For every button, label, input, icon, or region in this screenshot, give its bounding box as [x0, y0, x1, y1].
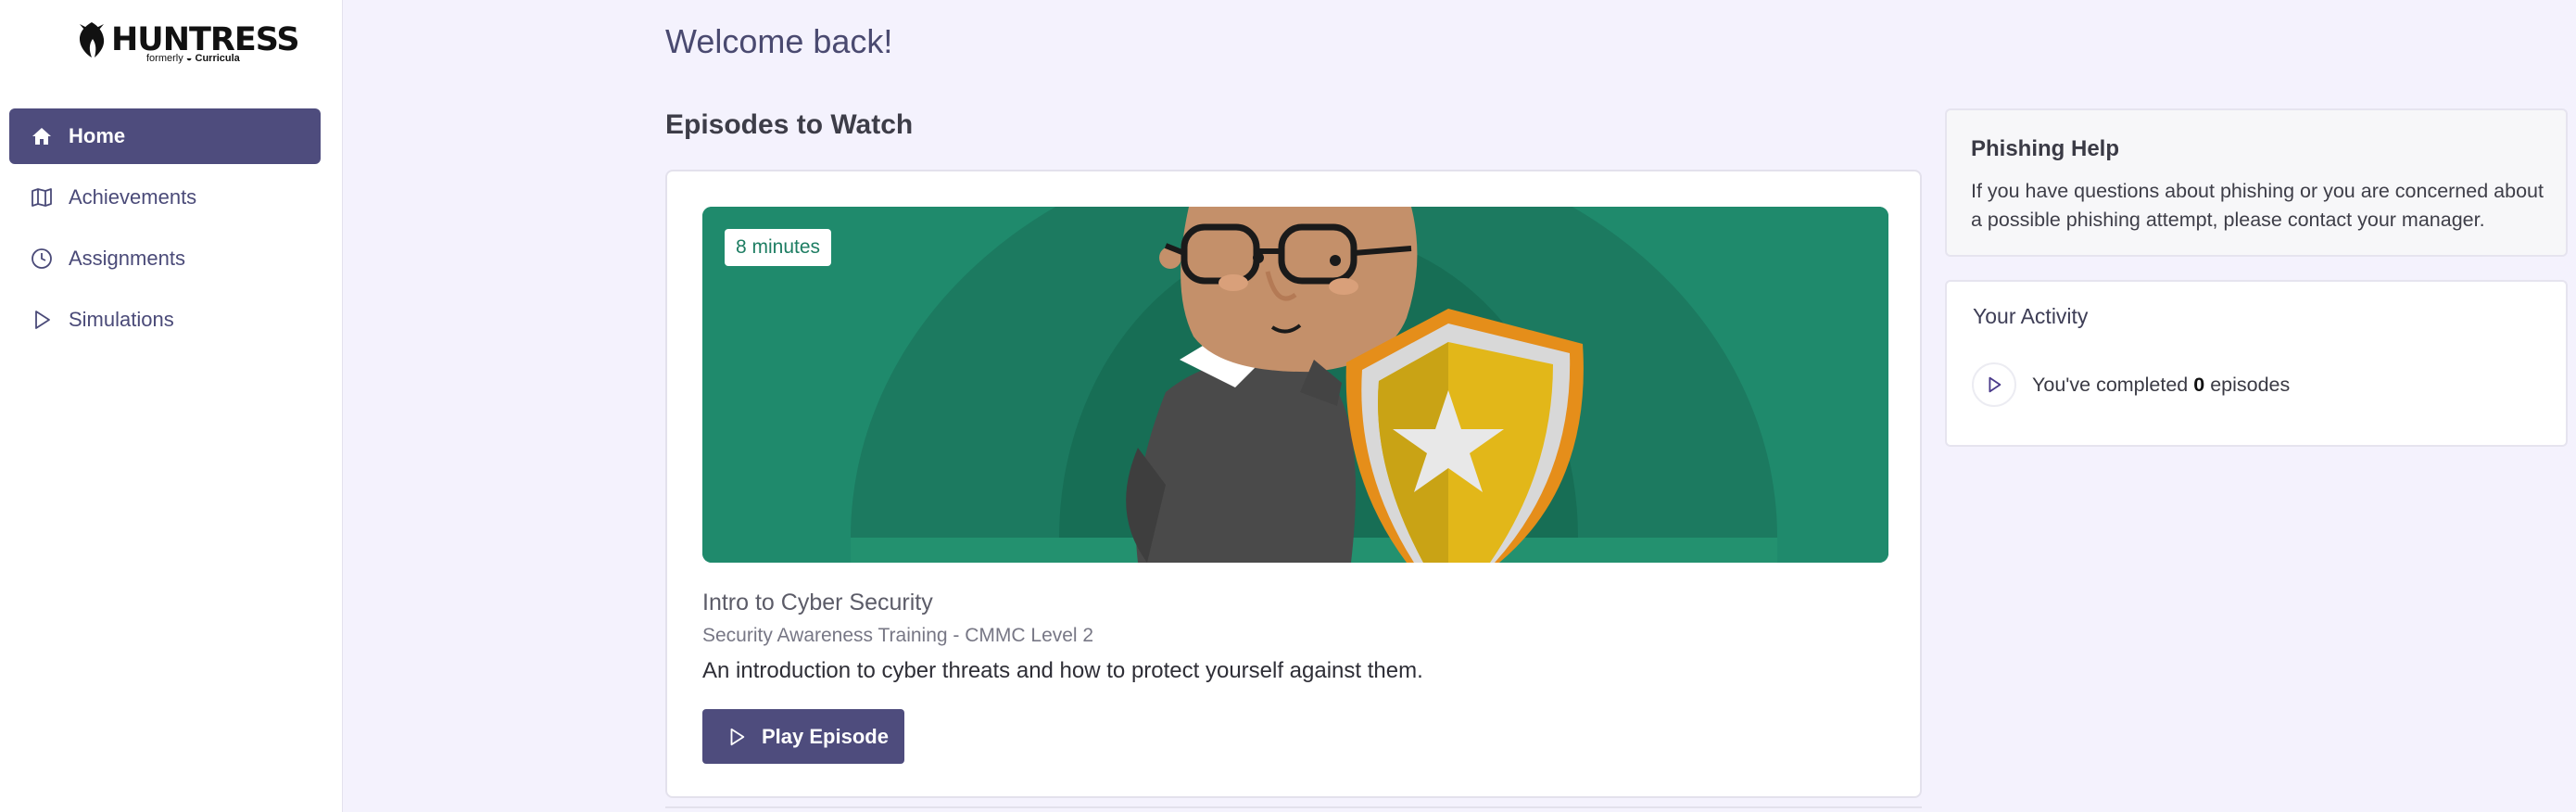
sidebar-item-achievements[interactable]: Achievements	[9, 170, 321, 225]
logo-subtitle: formerly ◒ Curricula	[146, 53, 240, 64]
episode-series: Security Awareness Training - CMMC Level…	[702, 625, 1094, 646]
clock-icon	[30, 247, 54, 271]
page-title: Welcome back!	[665, 22, 893, 60]
episodes-heading: Episodes to Watch	[665, 109, 914, 140]
sidebar-item-label: Simulations	[69, 308, 174, 331]
sidebar-item-assignments[interactable]: Assignments	[9, 231, 321, 286]
sidebar-nav: Home Achievements Assignments Simulation…	[9, 108, 321, 353]
activity-card: Your Activity You've completed 0 episode…	[1945, 280, 2568, 447]
episode-card: 8 minutes Intro to Cyber Security Securi…	[665, 170, 1922, 798]
play-episode-button[interactable]: Play Episode	[702, 709, 904, 764]
sidebar-item-label: Achievements	[69, 185, 197, 209]
huntress-logo[interactable]: HUNTRESS formerly ◒ Curricula	[76, 20, 300, 65]
duration-badge: 8 minutes	[725, 229, 832, 266]
sidebar-item-label: Assignments	[69, 247, 185, 270]
phishing-help-text: If you have questions about phishing or …	[1971, 180, 2544, 231]
episode-thumbnail[interactable]: 8 minutes	[702, 207, 1888, 563]
play-icon	[30, 308, 54, 332]
home-icon	[30, 124, 54, 148]
sidebar: HUNTRESS formerly ◒ Curricula Home Achie…	[0, 0, 343, 812]
play-episode-label: Play Episode	[762, 724, 889, 748]
episode-description: An introduction to cyber threats and how…	[702, 658, 1423, 683]
play-circle-icon	[1972, 362, 2016, 407]
next-episode-card-edge	[665, 806, 1922, 812]
episode-illustration	[702, 207, 1888, 563]
episode-title: Intro to Cyber Security	[702, 590, 933, 615]
activity-summary: You've completed 0 episodes	[2032, 374, 2291, 396]
play-icon	[730, 728, 745, 745]
phishing-help-card: Phishing Help If you have questions abou…	[1945, 108, 2568, 257]
sidebar-item-home[interactable]: Home	[9, 108, 321, 164]
map-icon	[30, 185, 54, 209]
sidebar-item-simulations[interactable]: Simulations	[9, 292, 321, 348]
phishing-help-title: Phishing Help	[1971, 136, 2120, 161]
activity-title: Your Activity	[1973, 304, 2089, 328]
huntress-logo-icon	[80, 22, 105, 57]
sidebar-item-label: Home	[69, 124, 126, 147]
logo-wordmark: HUNTRESS	[111, 21, 300, 58]
